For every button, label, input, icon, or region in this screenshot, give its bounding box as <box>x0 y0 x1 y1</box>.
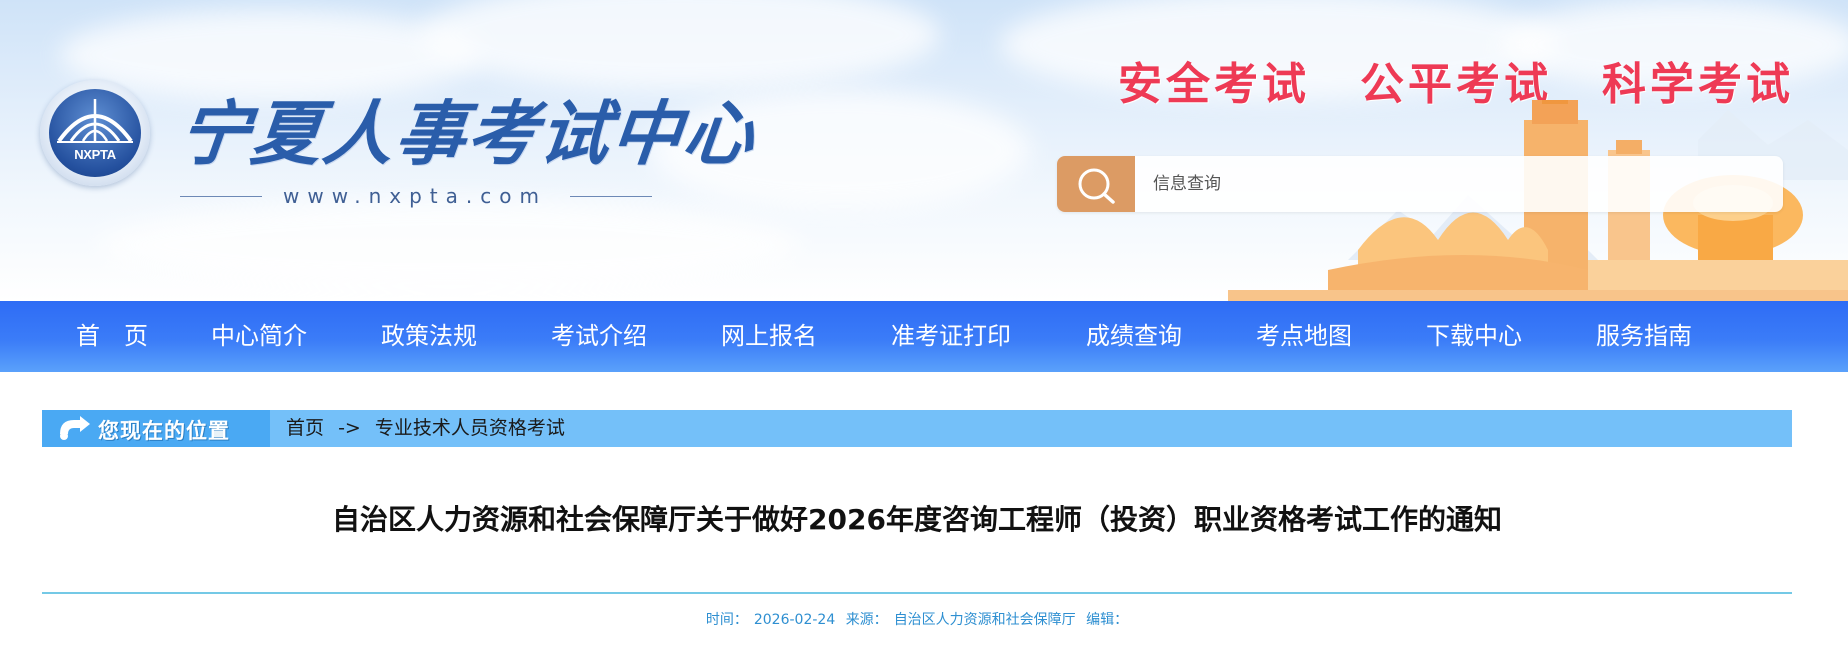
breadcrumb-path: 首页 -> 专业技术人员资格考试 <box>286 410 565 447</box>
breadcrumb-current-link[interactable]: 专业技术人员资格考试 <box>375 417 565 439</box>
nav-item-online-registration[interactable]: 网上报名 <box>721 301 817 372</box>
nav-item-downloads[interactable]: 下载中心 <box>1426 301 1522 372</box>
nav-item-admission-ticket[interactable]: 准考证打印 <box>891 301 1011 372</box>
location-arrow-icon <box>60 416 90 440</box>
site-title[interactable]: 宁夏人事考试中心 <box>175 78 762 179</box>
url-divider-right <box>570 196 652 197</box>
breadcrumb-home-link[interactable]: 首页 <box>286 417 324 439</box>
search-input[interactable] <box>1153 156 1753 212</box>
meta-time-value: 2026-02-24 <box>753 612 836 628</box>
nav-item-about[interactable]: 中心简介 <box>211 301 307 372</box>
nav-item-score-query[interactable]: 成绩查询 <box>1086 301 1182 372</box>
nav-item-service-guide[interactable]: 服务指南 <box>1596 301 1692 372</box>
search-button[interactable] <box>1057 156 1135 212</box>
main-nav: 首 页 中心简介 政策法规 考试介绍 网上报名 准考证打印 成绩查询 考点地图 … <box>0 301 1848 372</box>
logo-emblem: NXPTA <box>49 89 141 177</box>
nav-item-home[interactable]: 首 页 <box>76 301 148 372</box>
mountain-emblem-icon <box>57 99 133 143</box>
nav-item-policy[interactable]: 政策法规 <box>381 301 477 372</box>
nav-item-exam-intro[interactable]: 考试介绍 <box>551 301 647 372</box>
breadcrumb-label: 您现在的位置 <box>98 419 230 443</box>
url-divider-left <box>180 196 262 197</box>
meta-source-value: 自治区人力资源和社会保障厅 <box>893 612 1076 628</box>
breadcrumb: 您现在的位置 首页 -> 专业技术人员资格考试 <box>42 410 1792 447</box>
breadcrumb-label-box: 您现在的位置 <box>42 410 270 447</box>
nav-item-venue-map[interactable]: 考点地图 <box>1256 301 1352 372</box>
title-divider <box>42 592 1792 594</box>
meta-time-label: 时间： <box>705 612 748 628</box>
page-header: NXPTA 宁夏人事考试中心 www.nxpta.com 安全考试 公平考试 科… <box>0 0 1848 301</box>
cloud-decoration <box>100 200 800 290</box>
article-title: 自治区人力资源和社会保障厅关于做好2026年度咨询工程师（投资）职业资格考试工作… <box>332 503 1502 536</box>
meta-editor-label: 编辑： <box>1086 612 1129 628</box>
logo-text: NXPTA <box>74 147 116 162</box>
site-url: www.nxpta.com <box>283 184 547 208</box>
meta-source-label: 来源： <box>845 612 888 628</box>
cloud-decoration <box>420 0 940 90</box>
search-box <box>1057 156 1783 212</box>
article-meta: 时间： 2026-02-24 来源： 自治区人力资源和社会保障厅 编辑： <box>42 609 1792 629</box>
site-logo[interactable]: NXPTA <box>40 80 150 186</box>
search-icon <box>1078 168 1115 204</box>
breadcrumb-separator: -> <box>338 417 361 439</box>
